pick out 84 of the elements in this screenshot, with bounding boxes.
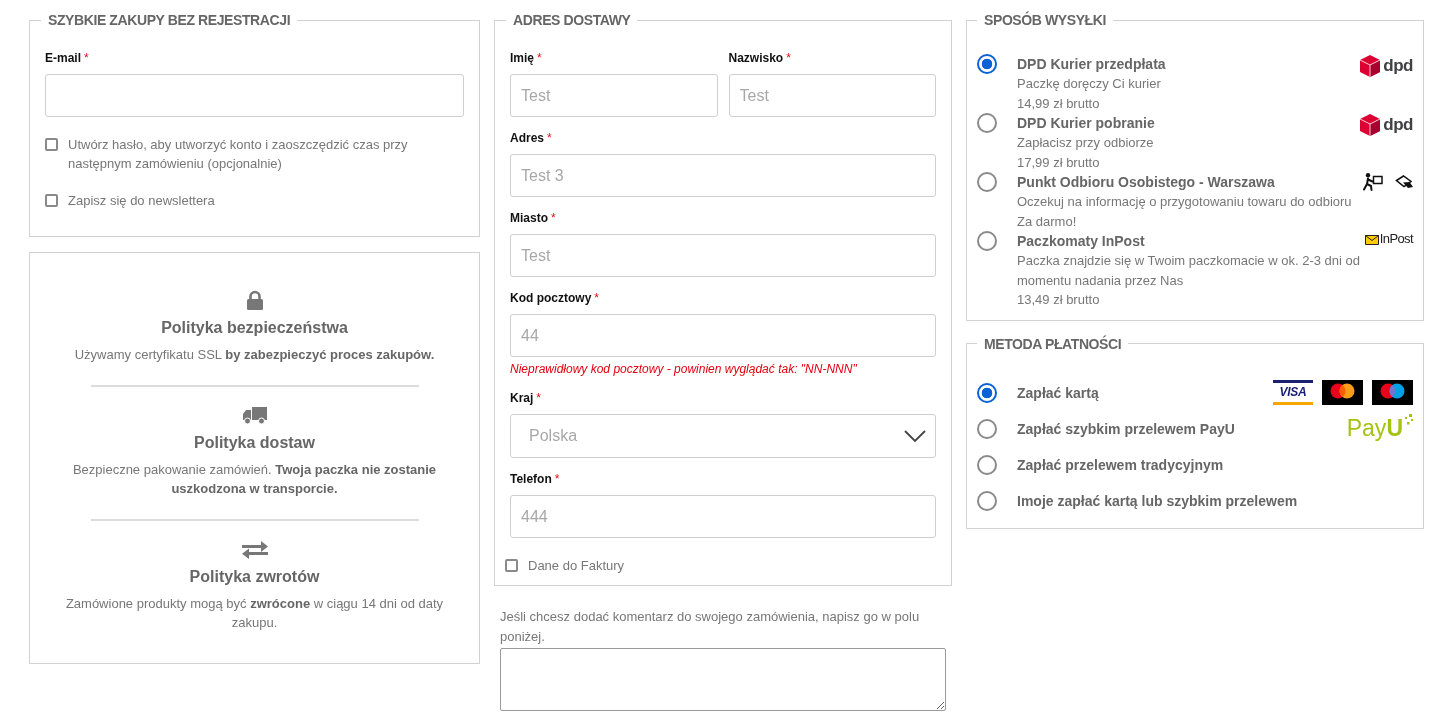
running-person-icon	[1363, 173, 1383, 191]
field-label: E-mail	[45, 50, 81, 66]
option-detail: Za darmo!	[1017, 212, 1078, 231]
section-title: ADRES DOSTAWY	[512, 11, 632, 29]
field-label: Nazwisko	[728, 50, 784, 66]
option-detail: Paczka znajdzie się w Twoim paczkomacie w ok. 2-3 dni od momentu nadania przez Nas	[1017, 252, 1361, 290]
text-field[interactable]: Test	[510, 74, 718, 117]
field-label: Kod pocztowy	[510, 290, 592, 306]
comment-prompt: Jeśli chcesz dodać komentarz do swojego zamówienia, napisz go w polu poniżej.	[500, 608, 921, 646]
radio-button[interactable]	[977, 54, 997, 74]
radio-button[interactable]	[977, 382, 997, 403]
section-title: SPOSÓB WYSYŁKI	[983, 11, 1107, 29]
option-title: Paczkomaty InPost	[1017, 232, 1146, 251]
dropdown-field[interactable]: Polska	[510, 414, 936, 458]
option-detail: 14,99 zł brutto	[1017, 94, 1101, 113]
option-detail: 17,99 zł brutto	[1017, 153, 1101, 172]
field-label: Adres	[510, 130, 544, 146]
policy-title: Polityka dostaw	[194, 432, 315, 453]
checkbox-label: Zapisz się do newslettera	[68, 192, 215, 210]
radio-button[interactable]	[977, 113, 997, 133]
visa-logo: VISA	[1273, 380, 1313, 405]
required-mark: *	[536, 390, 541, 406]
radio-button[interactable]	[977, 454, 997, 475]
text-field[interactable]: Test 3	[510, 154, 936, 197]
dots-icon	[1403, 414, 1413, 426]
field-label: Telefon	[510, 471, 552, 487]
chevron-down-icon	[904, 429, 926, 443]
overlapping-circles-icon	[1322, 380, 1363, 405]
required-mark: *	[84, 50, 89, 66]
radio-button[interactable]	[977, 231, 997, 251]
text-field[interactable]: Test	[510, 234, 936, 277]
option-title: DPD Kurier przedpłata	[1017, 55, 1167, 74]
required-mark: *	[537, 50, 542, 66]
logo-wordmark: InPost	[1379, 232, 1413, 246]
option-title: Zapłać kartą	[1017, 383, 1100, 403]
cube-icon	[1360, 114, 1381, 136]
field-label: Miasto	[510, 210, 548, 226]
overlapping-circles-icon	[1372, 380, 1413, 405]
text-field[interactable]: 44	[510, 314, 936, 357]
policy-text: Zamówione produkty mogą być zwrócone w ciągu 14 dni od daty zakupu.	[64, 594, 445, 632]
checkbox-label: Dane do Faktury	[528, 557, 625, 575]
option-title: Zapłać przelewem tradycyjnym	[1017, 455, 1225, 475]
option-detail: Zapłacisz przy odbiorze	[1017, 134, 1155, 152]
option-detail: Oczekuj na informację o przygotowaniu towaru do odbioru	[1017, 193, 1353, 211]
policy-text: Używamy certyfikatu SSL by zabezpieczyć proces zakupów.	[74, 346, 435, 364]
option-title: Imoje zapłać kartą lub szybkim przelewem	[1017, 491, 1299, 511]
logo-wordmark: dpd	[1383, 115, 1413, 135]
option-detail: 13,49 zł brutto	[1017, 291, 1101, 309]
cube-icon	[1360, 55, 1381, 77]
option-title: DPD Kurier pobranie	[1017, 114, 1156, 133]
section-title: METODA PŁATNOŚCI	[983, 334, 1123, 353]
checkbox-label: Utwórz hasło, aby utworzyć konto i zaoszczędzić czas przy następnym zamówieniu (opcjonalnie)	[68, 136, 409, 173]
email-field[interactable]	[45, 74, 464, 117]
truck-icon	[242, 406, 267, 425]
option-detail: Paczkę doręczy Ci kurier	[1017, 75, 1162, 93]
text-field[interactable]: 444	[510, 495, 936, 538]
policy-title: Polityka bezpieczeństwa	[161, 318, 348, 338]
radio-button[interactable]	[977, 172, 997, 192]
comment-field[interactable]	[500, 648, 946, 711]
policy-title: Polityka zwrotów	[189, 566, 320, 587]
section-title: SZYBKIE ZAKUPY BEZ REJESTRACJI	[47, 11, 292, 29]
envelope-icon	[1364, 233, 1379, 245]
field-label: Kraj	[510, 390, 534, 406]
option-title: Zapłać szybkim przelewem PayU	[1017, 419, 1236, 439]
required-mark: *	[551, 210, 556, 226]
checkbox[interactable]	[45, 138, 58, 151]
radio-button[interactable]	[977, 418, 997, 439]
lock-icon	[245, 290, 264, 310]
required-mark: *	[594, 290, 599, 306]
error-message: Nieprawidłowy kod pocztowy - powinien wyglądać tak: "NN-NNN"	[510, 361, 858, 377]
hand-card-icon	[1395, 175, 1413, 189]
required-mark: *	[786, 50, 791, 66]
required-mark: *	[554, 471, 560, 487]
policy-text: Bezpieczne pakowanie zamówień. Twoja paczka nie zostanie uszkodzona w transporcie.	[71, 460, 438, 498]
text-field[interactable]: Test	[728, 74, 936, 117]
required-mark: *	[547, 130, 552, 146]
radio-button[interactable]	[977, 490, 997, 511]
checkbox[interactable]	[45, 194, 58, 207]
swap-arrows-icon	[241, 540, 268, 559]
logo-wordmark: dpd	[1383, 56, 1413, 76]
logo-wordmark: PayU	[1346, 414, 1403, 443]
checkbox[interactable]	[505, 559, 518, 572]
field-label: Imię	[510, 50, 534, 66]
option-title: Punkt Odbioru Osobistego - Warszawa	[1017, 173, 1276, 192]
